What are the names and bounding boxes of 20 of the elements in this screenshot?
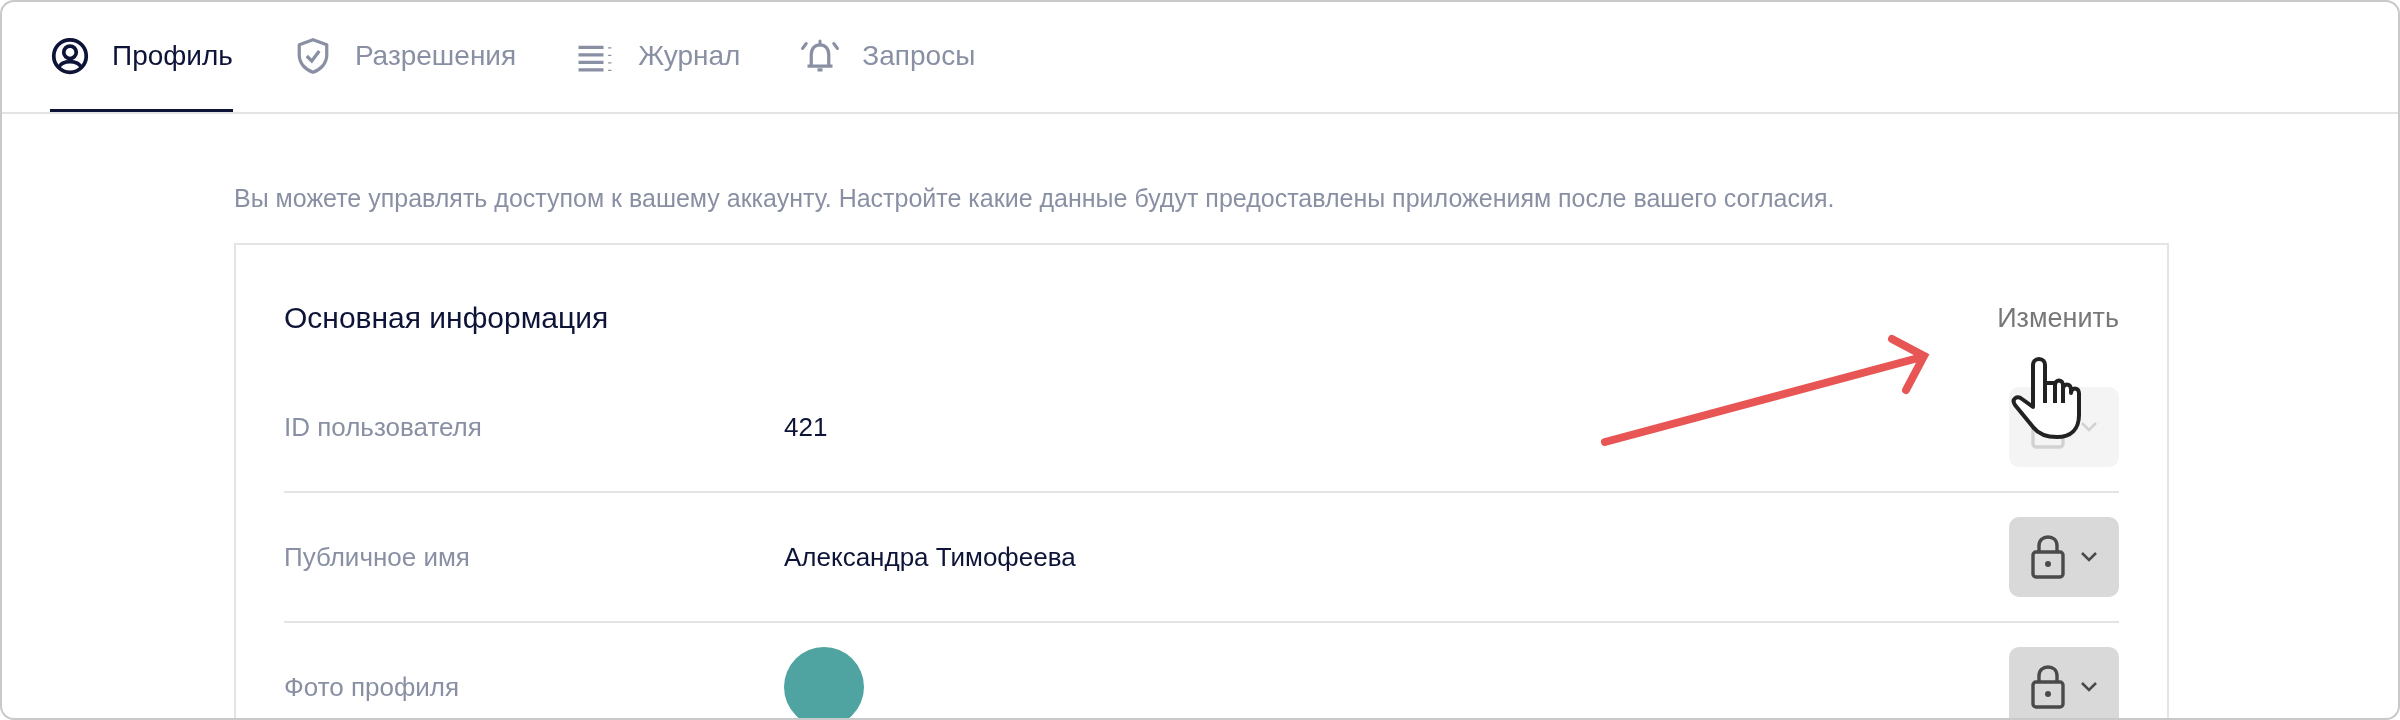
field-label: Публичное имя xyxy=(284,541,471,573)
tab[interactable]: Журнал xyxy=(576,2,741,112)
field-label: Фото профиля xyxy=(284,671,461,703)
chevron-down-icon xyxy=(2080,681,2098,693)
field-value: 421 xyxy=(784,411,829,443)
lock-icon xyxy=(2030,664,2066,710)
tab[interactable]: Разрешения xyxy=(292,2,517,112)
chevron-down-icon xyxy=(2080,421,2098,433)
description-text: Вы можете управлять доступом к вашему аккаунту. Настройте какие данные будут предоставлены приложениям после вашего согласия. xyxy=(234,184,1836,213)
card-title: Основная информация xyxy=(284,301,609,335)
chevron-down-icon xyxy=(2080,551,2098,563)
lock-icon xyxy=(2030,534,2066,580)
tab-icon xyxy=(50,35,90,76)
tab[interactable]: Запросы xyxy=(800,2,976,112)
privacy-dropdown[interactable] xyxy=(2009,647,2119,718)
edit-link[interactable]: Изменить xyxy=(1997,302,2119,334)
privacy-dropdown[interactable] xyxy=(2009,517,2119,597)
field-value: Александра Тимофеева xyxy=(784,541,1077,573)
field-label: ID пользователя xyxy=(284,411,483,443)
tab[interactable]: Профиль xyxy=(50,2,233,112)
